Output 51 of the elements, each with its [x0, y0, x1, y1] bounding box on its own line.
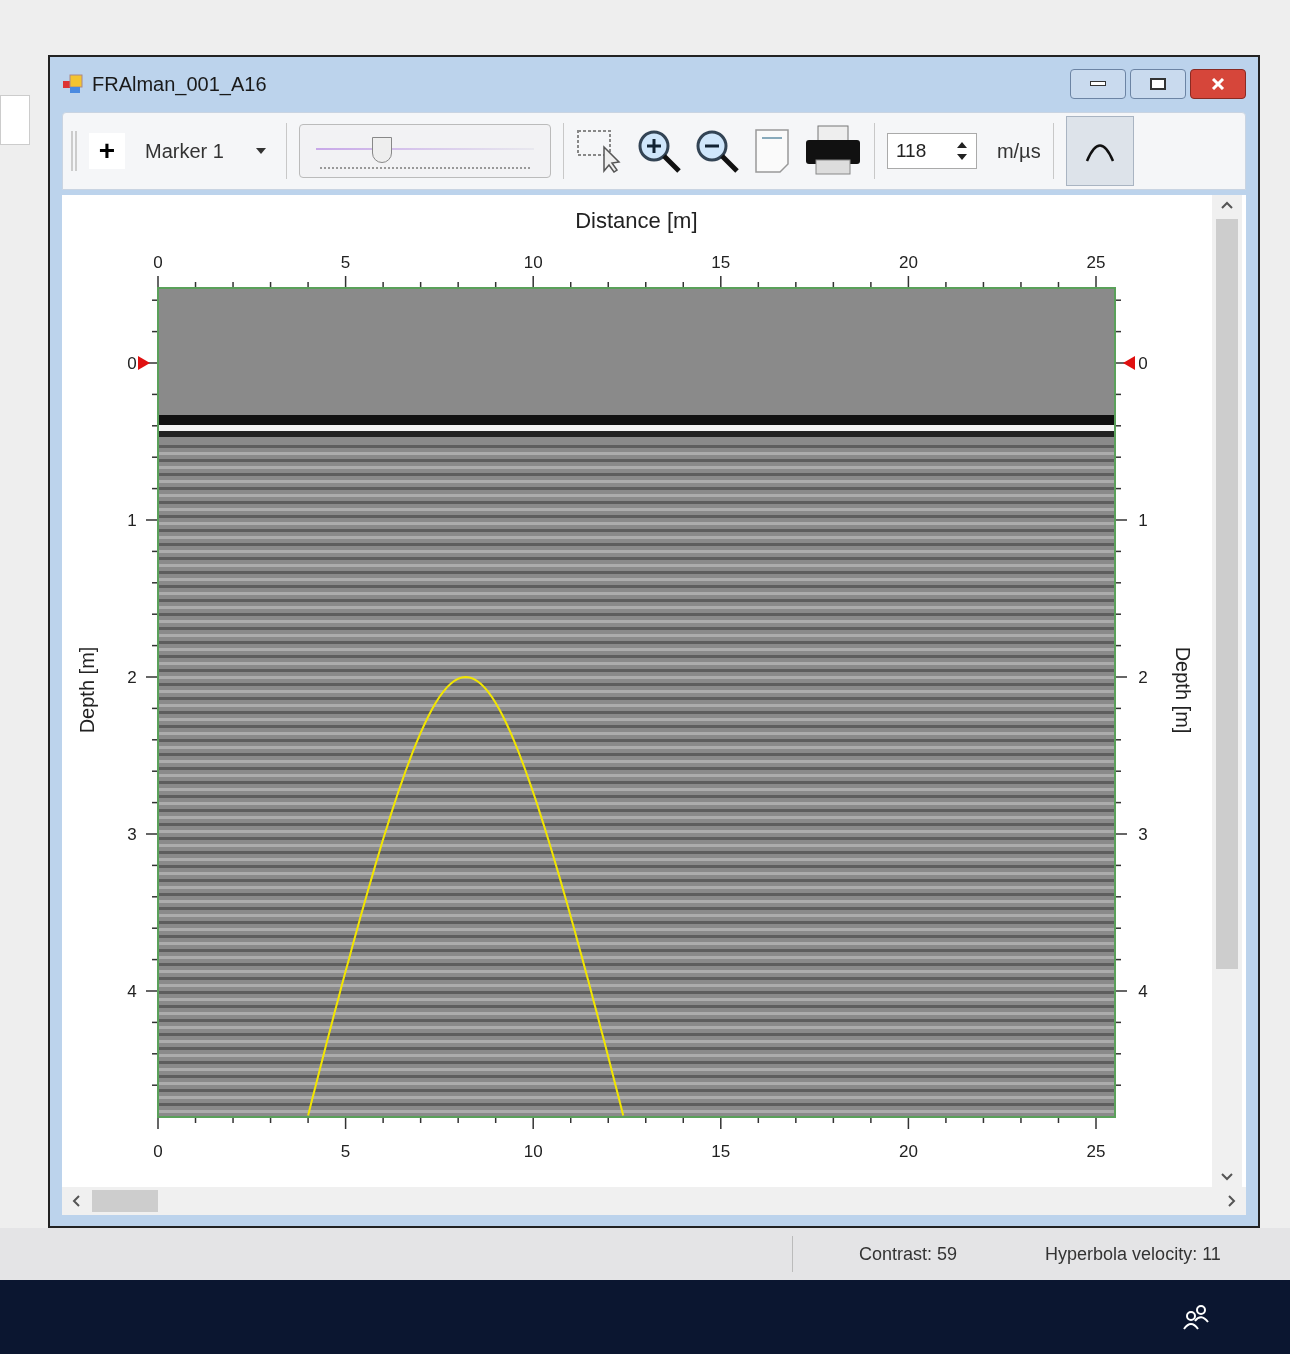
add-marker-button[interactable]: +: [89, 133, 125, 169]
tick-label: 0: [1138, 354, 1148, 373]
maximize-button[interactable]: [1130, 68, 1186, 99]
tick-label: 3: [1138, 825, 1148, 844]
tick-label: 10: [523, 1142, 543, 1161]
marker-dropdown[interactable]: Marker 1: [137, 136, 274, 166]
tick-label: 20: [898, 253, 918, 272]
tick-label: 15: [711, 253, 731, 272]
app-icon: [62, 72, 84, 95]
marker-triangle-icon: [1123, 356, 1135, 370]
panel-background: [0, 95, 30, 145]
caret-icon: [255, 148, 266, 154]
people-icon[interactable]: [1182, 1304, 1210, 1330]
scroll-thumb[interactable]: [1216, 219, 1238, 969]
tick-label: 2: [127, 668, 137, 687]
tick-label: 5: [340, 1142, 351, 1161]
axis-title: Depth [m]: [76, 646, 98, 734]
axis-title: Depth [m]: [1172, 646, 1194, 734]
tick-label: 0: [153, 253, 163, 272]
tick-label: 15: [711, 1142, 731, 1161]
marker-triangle-icon: [138, 356, 150, 370]
tick-label: 5: [340, 253, 351, 272]
tick-label: 25: [1086, 253, 1106, 272]
hyperbola-velocity-reading: Hyperbola velocity: 11: [1045, 1242, 1221, 1266]
tick-label: 2: [1138, 668, 1148, 687]
tick-label: 3: [127, 825, 137, 844]
velocity-unit: m/µs: [996, 139, 1041, 164]
hyperbola-toggle-button[interactable]: [1065, 116, 1134, 186]
tick-label: 4: [127, 982, 137, 1001]
tick-label: 4: [1138, 982, 1148, 1001]
printer-icon[interactable]: [803, 124, 862, 178]
axis-title: Distance [m]: [575, 208, 698, 233]
tick-label: 10: [523, 253, 543, 272]
tick-label: 1: [1138, 511, 1148, 530]
slider-track[interactable]: [298, 124, 551, 178]
window-title: FRAlman_001_A16: [92, 71, 267, 98]
vertical-scrollbar[interactable]: [1212, 195, 1242, 1187]
tick-label: 1: [127, 511, 137, 530]
close-icon: [1211, 77, 1225, 90]
tick-label: 0: [127, 354, 137, 373]
minimize-button[interactable]: [1070, 68, 1126, 99]
velocity-spinner[interactable]: 118: [886, 133, 977, 169]
close-button[interactable]: [1190, 68, 1246, 99]
tick-label: 20: [898, 1142, 918, 1161]
scroll-thumb[interactable]: [92, 1190, 158, 1212]
tick-label: 25: [1086, 1142, 1106, 1161]
horizontal-scrollbar[interactable]: [62, 1187, 1246, 1215]
select-region-icon[interactable]: [575, 129, 624, 173]
slider-thumb[interactable]: [371, 137, 392, 163]
tick-label: 0: [153, 1142, 163, 1161]
contrast-reading: Contrast: 59: [859, 1242, 958, 1266]
